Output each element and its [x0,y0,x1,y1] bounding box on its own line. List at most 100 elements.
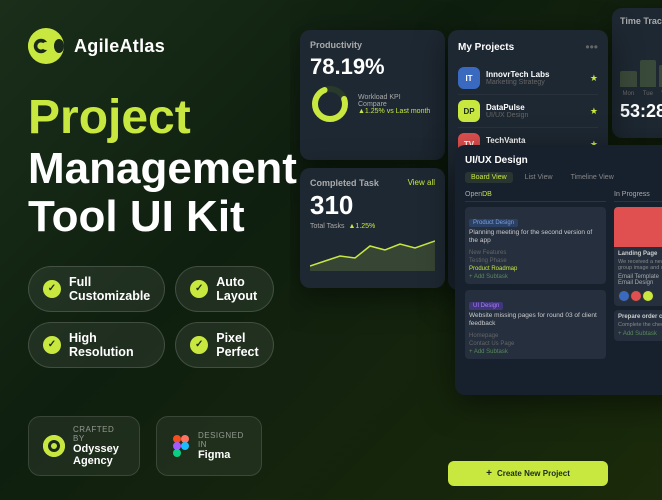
productivity-label: Workload KPI [358,94,430,101]
check-icon-1 [190,280,208,298]
check-icon-2 [43,336,61,354]
crafted-by-badge: Crafted By Odyssey Agency [28,416,140,476]
designed-in-label: Designed In [198,431,247,449]
feature-badge-1: Auto Layout [175,266,273,312]
tracker-title: Time Tracker [620,16,662,26]
productivity-compare: Compare [358,101,430,108]
feature-label-1: Auto Layout [216,275,258,303]
tracker-time: 53:28 [620,101,662,122]
project-star-1: ★ [590,106,598,117]
headline: Project Management Tool UI Kit [28,92,262,242]
open-column-title: OpenDB [465,191,606,202]
main-container: AgileAtlas Project Management Tool UI Ki… [0,0,662,500]
inprogress-avatars [618,290,654,302]
project-name-1: DataPulse [486,103,584,112]
project-item-0: IT InnovrTech Labs Marketing Strategy ★ [458,62,598,95]
inprogress-task-1: Prepare order checkout Complete the chec… [614,310,662,341]
create-project-label: Create New Project [497,469,570,478]
project-avatar-1: DP [458,100,480,122]
productivity-card: Productivity 78.19% Workload KPI Compare… [300,30,445,160]
project-name-2: TechVanta [486,136,584,145]
inprogress-column-title: In Progress [614,191,662,202]
kanban-task-0: Product Design Planning meeting for the … [465,207,606,284]
logo-svg [28,28,54,64]
timeline-view-tab[interactable]: Timeline View [565,172,620,183]
list-view-tab[interactable]: List View [519,172,559,183]
crafted-by-label: Crafted By [73,425,125,443]
feature-badge-2: High Resolution [28,322,165,368]
completed-change: ▲1.25% [349,223,376,230]
completed-view-all[interactable]: View all [408,178,435,187]
projects-header: My Projects ••• [458,40,598,54]
check-icon-3 [190,336,208,354]
kanban-task-1: UI Design Website missing pages for roun… [465,290,606,359]
feature-label-2: High Resolution [69,331,150,359]
project-avatar-0: IT [458,67,480,89]
bar-1 [640,60,657,88]
create-project-button[interactable]: + Create New Project [448,461,608,486]
completed-tasks-card: Completed Task View all 310 Total Tasks … [300,168,445,288]
crafted-by-name: Odyssey Agency [73,443,125,467]
kanban-detail-card: UI/UX Design ⚙ + Board View List View Ti… [455,145,662,395]
add-subtask-link[interactable]: + Add Subtask [469,274,602,280]
task-text-1: Website missing pages for round 03 of cl… [469,312,602,329]
left-panel: AgileAtlas Project Management Tool UI Ki… [0,0,290,500]
project-name-0: InnovrTech Labs [486,70,584,79]
ui-screenshots: Productivity 78.19% Workload KPI Compare… [290,0,662,500]
logo-icon [28,28,64,64]
figma-icon [171,435,190,457]
headline-line3a: Tool UI Kit [28,192,245,241]
kanban-title: UI/UX Design [465,155,528,166]
logo: AgileAtlas [28,28,262,64]
completed-number: 310 [310,190,435,221]
check-icon-0 [43,280,61,298]
feature-label-0: Full Customizable [69,275,150,303]
kanban-open-column: OpenDB Product Design Planning meeting f… [465,191,606,391]
designed-in-text: Designed In Figma [198,431,247,461]
project-sub-0: Marketing Strategy [486,79,584,86]
project-sub-1: UI/UX Design [486,112,584,119]
plus-icon: + [486,468,492,479]
task-tag-0: Product Design [469,219,518,227]
headline-line1: Project [28,92,262,145]
inprogress-task-title: Landing Page [618,251,662,257]
day-1: Tue [640,91,657,97]
footer-logos: Crafted By Odyssey Agency Designed In [28,416,262,476]
headline-line2: Management [28,145,262,193]
mini-line-chart [310,236,435,271]
designed-in-badge: Designed In Figma [156,416,262,476]
projects-title: My Projects [458,42,514,53]
completed-title: Completed Task [310,178,379,188]
add-subtask-link-2[interactable]: + Add Subtask [469,349,602,355]
odyssey-icon [43,435,65,457]
kanban-views: Board View List View Timeline View [465,172,662,183]
brand-name: AgileAtlas [74,36,165,57]
kanban-columns: OpenDB Product Design Planning meeting f… [465,191,662,391]
task-tag-1: UI Design [469,302,503,310]
designed-in-name: Figma [198,449,247,461]
day-0: Mon [620,91,637,97]
add-subtask-link-3[interactable]: + Add Subtask [618,331,662,337]
project-item-1: DP DataPulse UI/UX Design ★ [458,95,598,128]
feature-badge-0: Full Customizable [28,266,165,312]
board-view-tab[interactable]: Board View [465,172,513,183]
productivity-percent: 78.19% [310,54,435,80]
productivity-change: ▲1.25% vs Last month [358,108,430,115]
features-grid: Full Customizable Auto Layout High Resol… [28,266,262,368]
tracker-days: Mon Tue Wed Thu Fri Sat Sun [620,91,662,97]
productivity-title: Productivity [310,40,435,50]
crafted-by-text: Crafted By Odyssey Agency [73,425,125,467]
time-tracker-card: Time Tracker Mon Tue Wed Thu Fri Sat [612,8,662,138]
productivity-donut-chart [310,84,350,124]
completed-sub-label: Total Tasks [310,223,345,230]
productivity-donut-row: Workload KPI Compare ▲1.25% vs Last mont… [310,84,435,124]
feature-label-3: Pixel Perfect [216,331,258,359]
tracker-bar-chart [620,32,662,87]
inprogress-task-0: THE Landing Page We received a new feedb… [614,207,662,306]
kanban-inprogress-column: In Progress THE Landing Page We received… [614,191,662,391]
project-star-0: ★ [590,73,598,84]
task-text-0: Planning meeting for the second version … [469,229,602,246]
feature-badge-3: Pixel Perfect [175,322,273,368]
bar-0 [620,71,637,88]
projects-menu-icon: ••• [585,40,598,54]
